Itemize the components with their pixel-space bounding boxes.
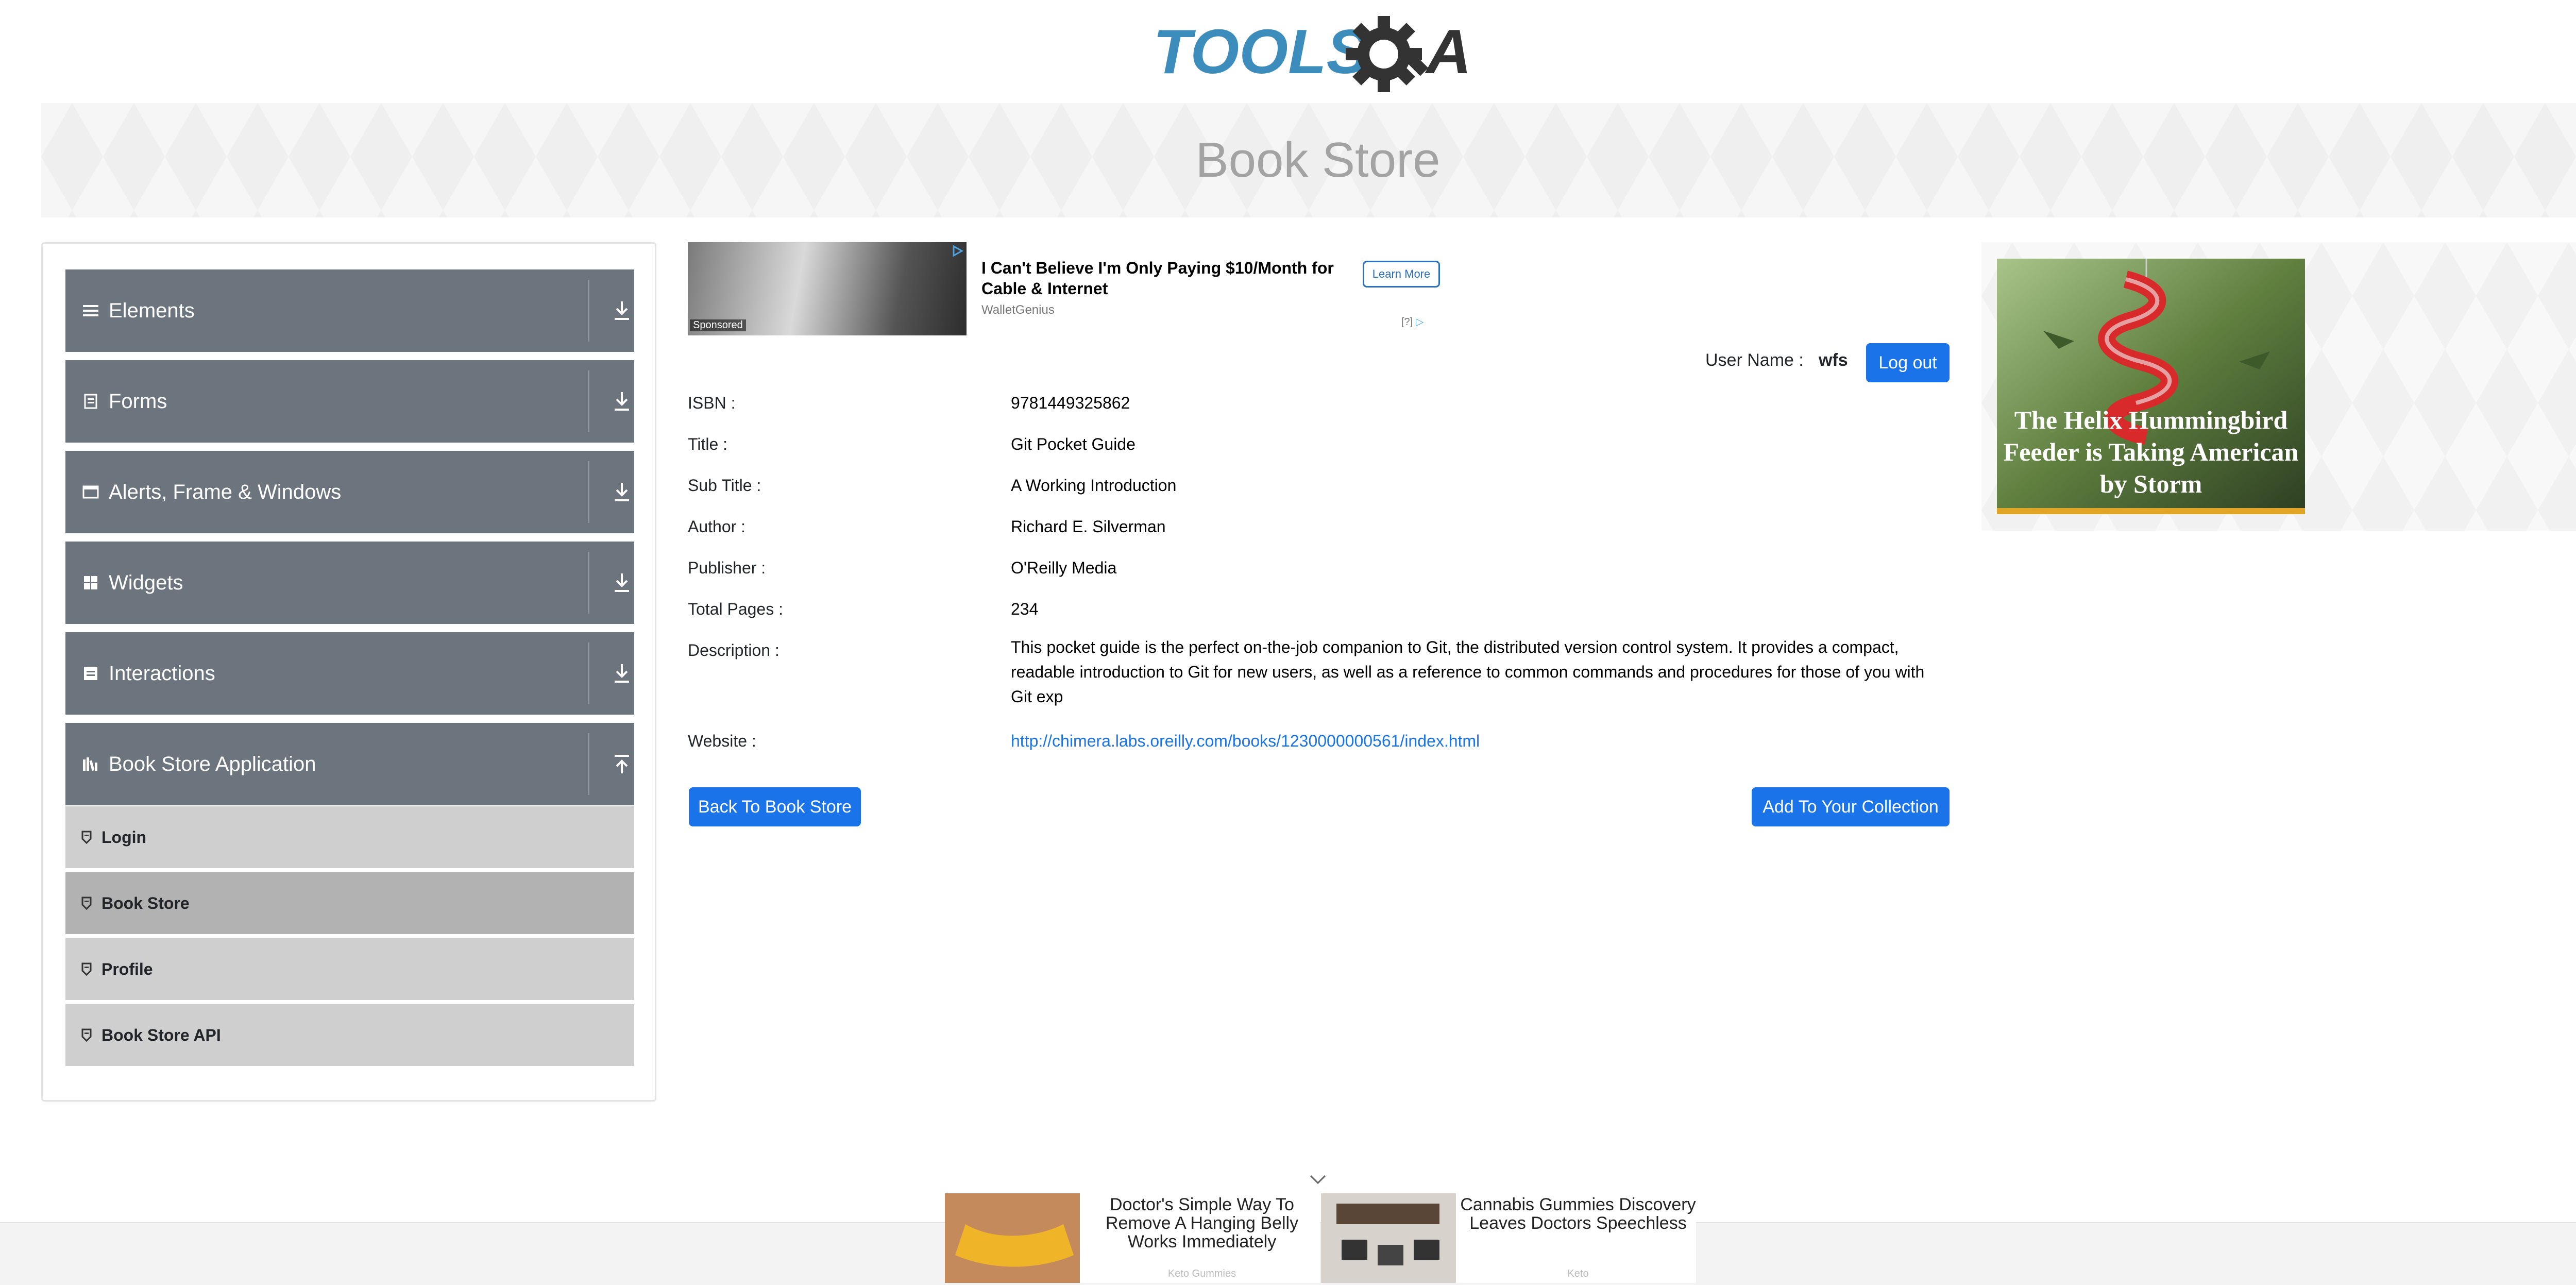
sidebar-item-label: Book Store API [101, 1025, 221, 1044]
interactions-icon [79, 666, 103, 681]
ad-image: Sponsored [688, 242, 967, 335]
author-value: Richard E. Silverman [1011, 517, 1166, 536]
download-arrow-icon [615, 664, 629, 683]
sidebar-group-elements[interactable]: Elements [65, 269, 634, 352]
library-icon [79, 756, 103, 772]
ad-caption: The Helix Hummingbird Feeder is Taking A… [1997, 393, 2305, 514]
subtitle-value: A Working Introduction [1011, 476, 1177, 495]
download-arrow-icon [615, 483, 629, 501]
footer-ad-image [1321, 1193, 1456, 1283]
sidebar-item-profile[interactable]: Profile [65, 938, 634, 1002]
title-label: Title : [688, 435, 728, 453]
description-label: Description : [688, 641, 779, 660]
sidebar-item-label: Book Store [101, 893, 190, 912]
footer-ad-source: Keto [1567, 1268, 1589, 1279]
sidebar-group-widgets[interactable]: Widgets [65, 542, 634, 624]
sidebar-group-label: Forms [109, 390, 167, 413]
logout-button[interactable]: Log out [1866, 343, 1950, 382]
ad-headline[interactable]: I Can't Believe I'm Only Paying $10/Mont… [981, 258, 1337, 299]
window-icon [79, 485, 103, 499]
add-to-collection-button[interactable]: Add To Your Collection [1752, 787, 1950, 826]
download-arrow-icon [615, 573, 629, 592]
sidebar-group-label: Widgets [109, 571, 183, 594]
sidebar-item-label: Profile [101, 959, 153, 978]
sidebar-group-book-store-application[interactable]: Book Store Application [65, 723, 634, 805]
isbn-label: ISBN : [688, 394, 736, 412]
website-label: Website : [688, 732, 756, 750]
download-arrow-icon [615, 392, 629, 411]
ad-info-link[interactable]: [?] ▷ [1401, 315, 1423, 328]
upload-arrow-icon [615, 755, 629, 773]
ad-choices-icon [953, 245, 964, 257]
publisher-value: O'Reilly Media [1011, 559, 1117, 577]
ad-choices-icon: ▷ [1415, 316, 1424, 328]
sidebar-item-login[interactable]: Login [65, 806, 634, 870]
sidebar-item-book-store[interactable]: Book Store [65, 872, 634, 936]
footer-ad-source: Keto Gummies [1167, 1268, 1236, 1279]
divider [588, 461, 589, 523]
ad-banner-top[interactable]: Sponsored I Can't Believe I'm Only Payin… [688, 242, 1440, 340]
footer-ad-2[interactable]: Cannabis Gummies Discovery Leaves Doctor… [1321, 1193, 1696, 1283]
total-pages-label: Total Pages : [688, 600, 783, 618]
sidebar-group-label: Interactions [109, 662, 215, 685]
total-pages-value: 234 [1011, 600, 1039, 618]
ad-learn-more-button[interactable]: Learn More [1363, 261, 1440, 288]
sidebar-group-interactions[interactable]: Interactions [65, 632, 634, 715]
gear-icon [1346, 16, 1429, 92]
footer-ad-1[interactable]: Doctor's Simple Way To Remove A Hanging … [945, 1193, 1320, 1283]
ad-source: WalletGenius [981, 303, 1055, 317]
logo-text-tools: TOOLS [1153, 16, 1368, 87]
publisher-label: Publisher : [688, 559, 766, 577]
divider [588, 642, 589, 704]
chevron-down-icon[interactable] [1309, 1174, 1327, 1186]
user-name-value: wfs [1819, 350, 1848, 370]
ad-sidebar-right[interactable]: The Helix Hummingbird Feeder is Taking A… [1981, 242, 2576, 531]
user-name-label: User Name : [1705, 350, 1804, 370]
author-label: Author : [688, 517, 746, 536]
ad-sponsored-label: Sponsored [690, 319, 746, 331]
ad-info-text: [?] [1401, 316, 1413, 328]
hamburger-icon [79, 303, 103, 318]
sidebar-group-label: Elements [109, 299, 195, 322]
subtitle-label: Sub Title : [688, 476, 761, 495]
badge-icon [81, 962, 95, 976]
page-title: Book Store [1195, 132, 1440, 188]
badge-icon [81, 897, 95, 910]
download-arrow-icon [615, 301, 629, 320]
form-icon [79, 394, 103, 409]
footer-ad-headline[interactable]: Doctor's Simple Way To Remove A Hanging … [1084, 1195, 1320, 1251]
isbn-value: 9781449325862 [1011, 394, 1130, 412]
sidebar-item-book-store-api[interactable]: Book Store API [65, 1004, 634, 1068]
divider [588, 733, 589, 795]
divider [588, 280, 589, 342]
sidebar-group-label: Alerts, Frame & Windows [109, 480, 342, 503]
sidebar-item-label: Login [101, 827, 147, 847]
page-header-banner: Book Store [41, 103, 2576, 217]
badge-icon [81, 831, 95, 844]
footer-ad-image [945, 1193, 1080, 1283]
sidebar-group-forms[interactable]: Forms [65, 360, 634, 443]
toolsqa-logo[interactable]: TOOLS A [1153, 15, 1488, 93]
title-value: Git Pocket Guide [1011, 435, 1136, 453]
grid-icon [79, 575, 103, 590]
description-value: This pocket guide is the perfect on-the-… [1011, 638, 1925, 706]
ad-card[interactable]: The Helix Hummingbird Feeder is Taking A… [1997, 259, 2305, 514]
divider [588, 552, 589, 614]
divider [588, 370, 589, 432]
sidebar-group-label: Book Store Application [109, 752, 316, 775]
website-link[interactable]: http://chimera.labs.oreilly.com/books/12… [1011, 732, 1480, 751]
badge-icon [81, 1028, 95, 1042]
back-to-book-store-button[interactable]: Back To Book Store [689, 787, 861, 826]
footer-ad-headline[interactable]: Cannabis Gummies Discovery Leaves Doctor… [1460, 1195, 1696, 1232]
sidebar-group-alerts[interactable]: Alerts, Frame & Windows [65, 451, 634, 533]
sidebar: Elements Forms Alerts, Frame & Windows W… [41, 242, 656, 1102]
logo-text-a: A [1425, 16, 1471, 87]
